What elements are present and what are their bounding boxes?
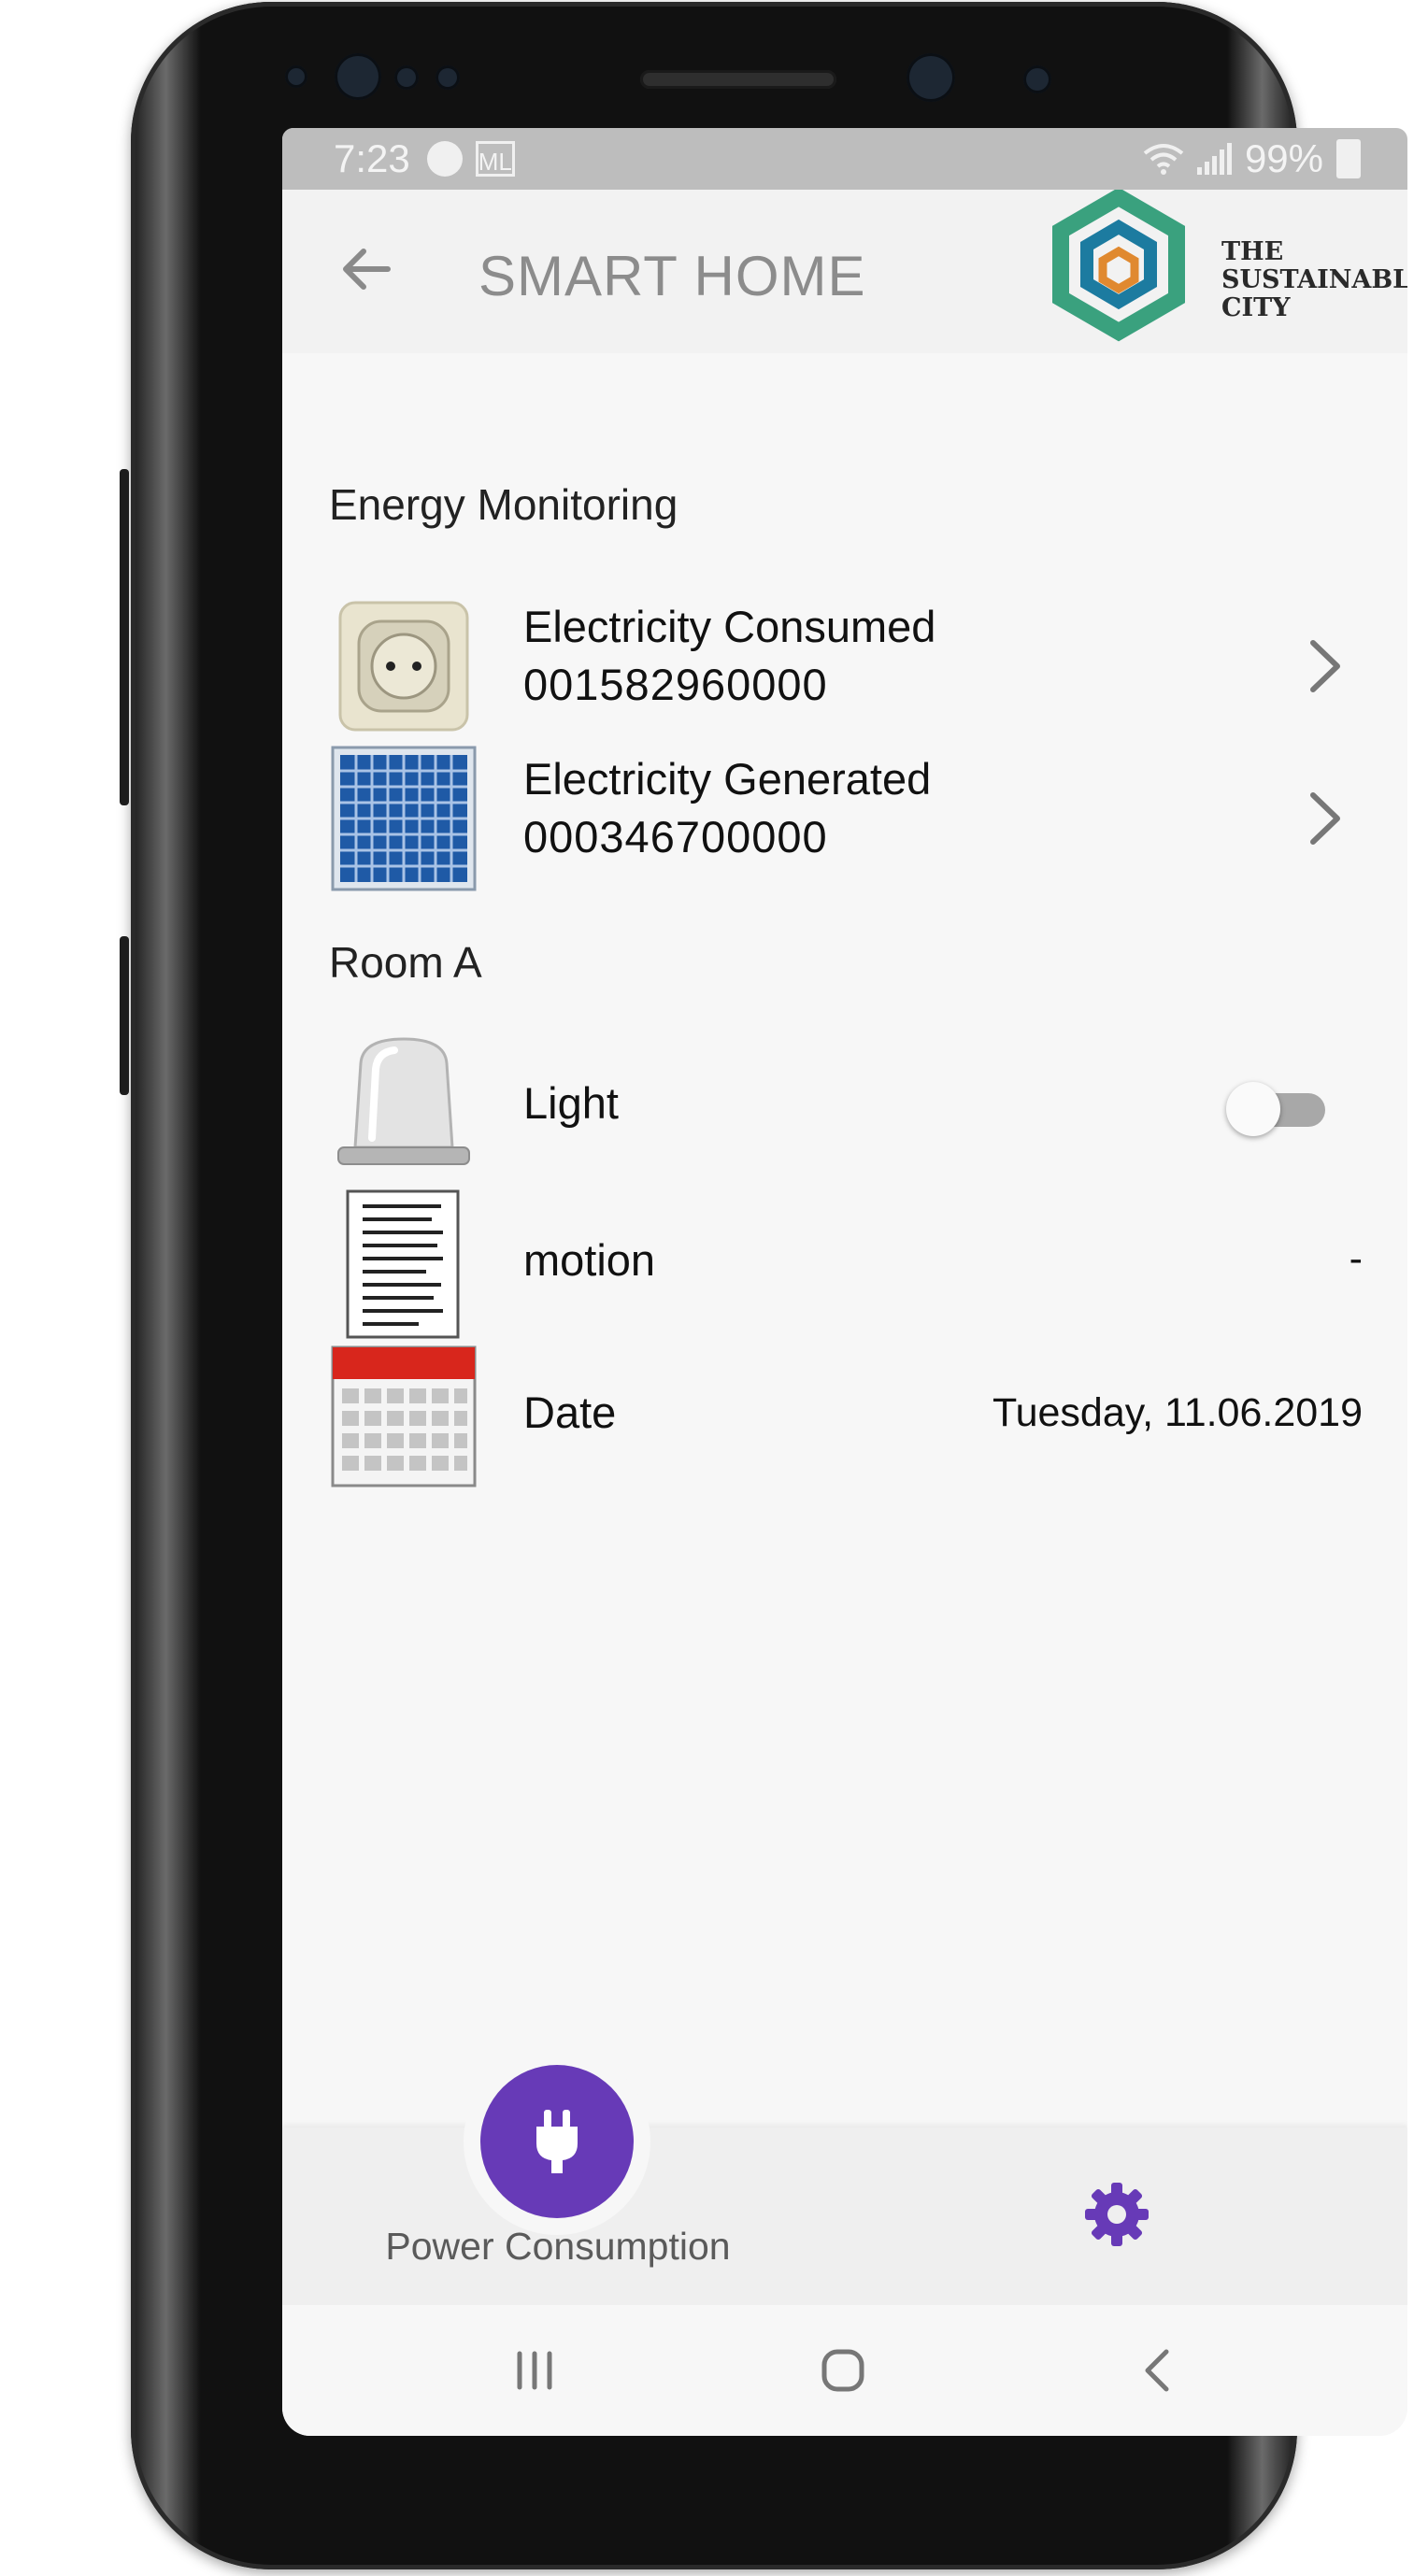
status-right-group: 99% [1143,128,1361,190]
row-title: Date [523,1388,617,1437]
sustainable-city-logo: THE SUSTAINABLE CITY [1035,190,1407,353]
iris-camera [1023,65,1051,93]
list-item-motion: motion - [282,1189,1407,1339]
bixby-button [120,936,129,1095]
row-title: Light [523,1078,619,1128]
page-title: SMART HOME [478,245,866,307]
gear-icon[interactable] [1081,2179,1152,2250]
row-value: Tuesday, 11.06.2019 [992,1390,1363,1435]
power-socket-icon [338,601,469,732]
row-title: Electricity Consumed [523,602,936,651]
home-icon[interactable] [815,2342,871,2398]
bottom-navigation: Power Consumption [282,2048,1407,2305]
list-item-electricity-generated[interactable]: Electricity Generated 000346700000 [282,744,1407,893]
front-camera [907,53,955,102]
ml-app-icon: ML [475,141,515,177]
top-bezel [131,2,1297,128]
hexagon-logo-icon [1052,190,1185,342]
iris-sensor [335,53,381,100]
bottom-bezel [131,2436,1297,2569]
section-heading-energy: Energy Monitoring [329,480,678,529]
list-item-light: Light [282,1035,1407,1185]
wifi-icon [1143,144,1184,175]
toggle-knob [1226,1082,1280,1136]
volume-button [120,469,129,805]
app-bar: SMART HOME THE SUSTAINABLE CITY [282,190,1407,353]
screen: 7:23 ML 99% SMART HOME THE SUSTAINABL CI… [282,128,1407,2436]
phone-frame: 7:23 ML 99% SMART HOME THE SUSTAINABL CI… [120,2,1407,2569]
list-item-date: Date Tuesday, 11.06.2019 [282,1342,1407,1491]
light-toggle[interactable] [1226,1080,1329,1136]
system-back-icon[interactable] [1131,2342,1187,2398]
system-navigation-bar [282,2305,1407,2436]
fab-label: Power Consumption [385,2225,731,2268]
plug-icon [536,2110,578,2173]
status-bar: 7:23 ML 99% [282,128,1407,190]
chevron-right-icon [1310,792,1340,845]
battery-icon [1336,139,1361,178]
row-title: Electricity Generated [523,754,932,804]
row-value: 000346700000 [523,812,828,861]
sensor-dot [394,65,419,90]
battery-percent: 99% [1244,136,1323,180]
sensor-dot [436,65,460,90]
back-arrow-icon[interactable] [334,236,399,302]
section-heading-room: Room A [329,938,482,987]
document-icon [346,1189,460,1339]
status-time: 7:23 [334,136,410,180]
power-consumption-button[interactable] [480,2065,634,2218]
calendar-icon [331,1345,477,1487]
row-title: motion [523,1235,656,1285]
signal-icon [1196,143,1232,175]
recent-apps-icon[interactable] [507,2342,563,2398]
chevron-right-icon [1310,640,1340,692]
light-beacon-icon [337,1037,470,1165]
list-item-electricity-consumed[interactable]: Electricity Consumed 001582960000 [282,591,1407,741]
logo-text: THE SUSTAINABLE CITY [1221,237,1407,322]
row-value: 001582960000 [523,660,828,709]
spotify-icon [426,141,463,177]
row-value: - [1349,1236,1363,1281]
earpiece-speaker [640,70,836,89]
sensor-dot [285,65,307,88]
solar-panel-icon [331,746,477,891]
